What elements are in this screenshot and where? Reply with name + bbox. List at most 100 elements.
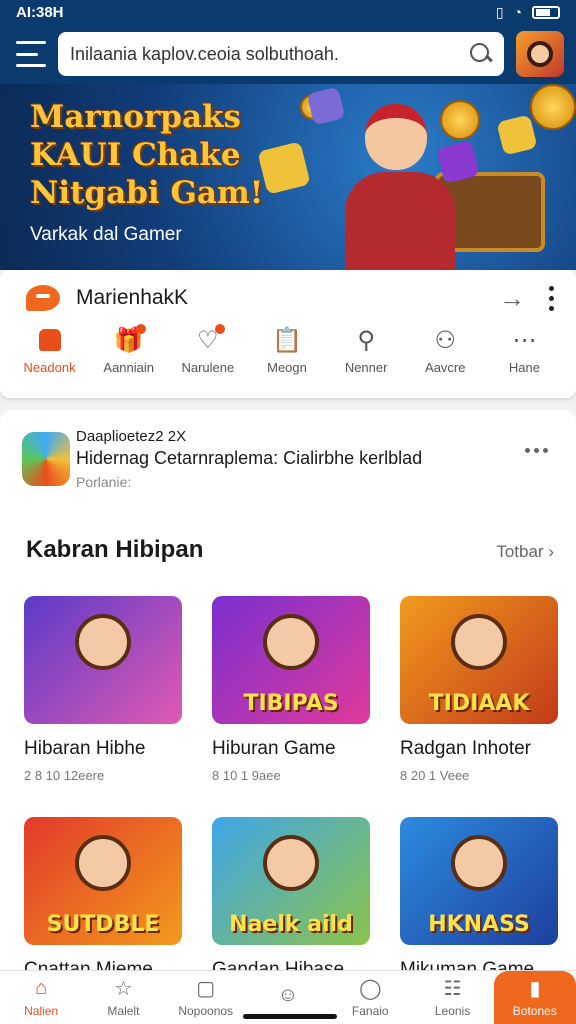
category-4[interactable]: ⚲ Nenner bbox=[327, 326, 406, 376]
game-card[interactable]: HKNASSMikuman Game bbox=[400, 817, 558, 989]
avatar[interactable] bbox=[516, 31, 564, 77]
vibrate-icon: ▯ bbox=[495, 3, 504, 20]
see-all-link[interactable]: Totbar › bbox=[496, 542, 554, 562]
nav-label: Botones bbox=[512, 1003, 557, 1018]
search-icon[interactable] bbox=[470, 43, 492, 65]
game-card[interactable]: SUTDBLECnattan Mieme bbox=[24, 817, 182, 989]
nav-item-2[interactable]: ▢ Nopoonos bbox=[165, 971, 247, 1024]
game-app-icon bbox=[22, 432, 70, 486]
more-vertical-icon[interactable] bbox=[549, 285, 554, 311]
home-icon bbox=[36, 326, 64, 354]
category-label: Nenner bbox=[344, 360, 388, 375]
game-name: Hiburan Game bbox=[212, 738, 336, 759]
category-2[interactable]: ♡ Narulene bbox=[168, 324, 247, 375]
bookmark-icon: ▮ bbox=[529, 978, 541, 1000]
game-card[interactable]: TIBIPAS Hiburan Game 8 10 1 9aee bbox=[212, 596, 370, 783]
hamburger-menu-icon[interactable] bbox=[16, 41, 46, 67]
category-label: Meogn bbox=[267, 360, 307, 375]
game-character bbox=[451, 614, 507, 670]
game-logo-text: HKNASS bbox=[428, 912, 530, 937]
game-logo-text: TIDIAAK bbox=[428, 691, 530, 716]
category-label: Neadonk bbox=[23, 360, 76, 375]
main-content: Daaplioetez2 2X Hidernag Cetarnraplema: … bbox=[0, 410, 576, 980]
person-icon: ⚇ bbox=[434, 326, 457, 354]
section-title: Kabran Hibipan bbox=[26, 536, 204, 563]
gamepad-icon: ☷ bbox=[443, 978, 462, 1000]
search-input[interactable] bbox=[70, 43, 470, 65]
promo-banner[interactable]: Marnorpaks KAUI Chake Nitgabi Gam! Varka… bbox=[0, 84, 576, 270]
nav-item-6[interactable]: ▮ Botones bbox=[493, 971, 576, 1024]
nav-item-4[interactable]: ◯ Fanaio bbox=[329, 971, 411, 1024]
dice-icon bbox=[306, 86, 346, 126]
banner-title: Marnorpaks KAUI Chake Nitgabi Gam! bbox=[30, 99, 264, 211]
game-thumbnail[interactable]: Naelk aild bbox=[212, 817, 370, 945]
game-logo-text: SUTDBLE bbox=[46, 912, 160, 937]
chat-bubble-logo-icon bbox=[26, 285, 60, 311]
coin-icon bbox=[530, 84, 576, 130]
game-thumbnail[interactable]: TIDIAAK bbox=[400, 596, 558, 724]
gift-icon: 🎁 bbox=[114, 324, 146, 354]
chat-icon: ◯ bbox=[359, 978, 382, 1000]
game-card[interactable]: Naelk aildGandan Hibase bbox=[212, 817, 370, 989]
game-logo-text: TIBIPAS bbox=[243, 691, 339, 716]
game-character bbox=[75, 835, 131, 891]
arrow-right-icon[interactable]: → bbox=[499, 283, 525, 314]
wifi-icon: ◔ bbox=[513, 4, 522, 20]
nav-label: Malelt bbox=[107, 1003, 140, 1018]
category-3[interactable]: 📋 Meogn bbox=[247, 326, 326, 376]
game-thumbnail[interactable]: TIBIPAS bbox=[212, 596, 370, 724]
notice-subtitle: Porlanie: bbox=[76, 474, 132, 490]
nav-label: Nopoonos bbox=[178, 1003, 234, 1018]
category-6[interactable]: ⋯ Hane bbox=[485, 326, 564, 376]
game-thumbnail[interactable]: HKNASS bbox=[400, 817, 558, 945]
clipboard-icon: 📋 bbox=[272, 326, 302, 354]
category-label: Aanniain bbox=[103, 360, 155, 375]
category-1[interactable]: 🎁 Aanniain bbox=[89, 324, 168, 375]
game-character bbox=[75, 614, 131, 670]
category-label: Narulene bbox=[181, 360, 235, 375]
battery-icon bbox=[532, 5, 560, 19]
game-character bbox=[263, 614, 319, 670]
game-card[interactable]: Hibaran Hibhe 2 8 10 12eere bbox=[24, 596, 182, 783]
notice-title: Daaplioetez2 2X bbox=[76, 428, 187, 445]
game-thumbnail[interactable]: SUTDBLE bbox=[24, 817, 182, 945]
game-meta: 2 8 10 12eere bbox=[24, 768, 105, 783]
status-bar: AI:38H ▯ ◔ bbox=[0, 0, 576, 24]
more-horizontal-icon[interactable] bbox=[525, 448, 548, 453]
nav-item-5[interactable]: ☷ Leonis bbox=[411, 971, 493, 1024]
category-label: Aavcre bbox=[425, 360, 466, 375]
search-icon: ⚲ bbox=[357, 326, 375, 354]
app-card: MarienhakK → Neadonk 🎁 Aanniain ♡ Narulene 📋 M… bbox=[0, 270, 576, 398]
nav-item-0[interactable]: ⌂ Nalien bbox=[0, 971, 82, 1024]
smiley-icon: ☺ bbox=[277, 984, 299, 1006]
game-character bbox=[263, 835, 319, 891]
star-icon: ☆ bbox=[114, 978, 133, 1000]
category-label: Hane bbox=[508, 360, 540, 375]
game-thumbnail[interactable] bbox=[24, 596, 182, 724]
app-header bbox=[0, 24, 576, 84]
square-icon: ▢ bbox=[196, 978, 216, 1000]
category-row: Neadonk 🎁 Aanniain ♡ Narulene 📋 Meogn ⚲ Nenner ⚇ A… bbox=[0, 324, 576, 376]
game-name: Radgan Inhoter bbox=[400, 738, 531, 759]
more-grid-icon: ⋯ bbox=[512, 326, 537, 354]
chevron-right-icon: › bbox=[548, 542, 554, 561]
banner-subtitle: Varkak dal Gamer bbox=[30, 224, 182, 245]
game-logo-text: Naelk aild bbox=[229, 912, 353, 937]
app-name: MarienhakK bbox=[76, 286, 189, 309]
home-indicator[interactable] bbox=[243, 1014, 337, 1019]
status-time: AI:38H bbox=[16, 3, 64, 21]
game-card[interactable]: TIDIAAK Radgan Inhoter 8 20 1 Veee bbox=[400, 596, 558, 783]
search-box[interactable] bbox=[58, 32, 504, 76]
heart-location-icon: ♡ bbox=[194, 324, 225, 354]
nav-label: Leonis bbox=[434, 1003, 471, 1018]
hero-character bbox=[345, 92, 455, 270]
nav-item-1[interactable]: ☆ Malelt bbox=[82, 971, 164, 1024]
game-meta: 8 20 1 Veee bbox=[400, 768, 470, 783]
category-5[interactable]: ⚇ Aavcre bbox=[406, 326, 485, 376]
game-grid: Hibaran Hibhe 2 8 10 12eere TIBIPAS Hiburan… bbox=[24, 596, 558, 989]
game-name: Hibaran Hibhe bbox=[24, 738, 146, 759]
dice-icon bbox=[496, 114, 538, 156]
category-0[interactable]: Neadonk bbox=[10, 326, 89, 375]
notice-item[interactable]: Daaplioetez2 2X Hidernag Cetarnraplema: … bbox=[22, 426, 552, 496]
top-bar: AI:38H ▯ ◔ bbox=[0, 0, 576, 84]
